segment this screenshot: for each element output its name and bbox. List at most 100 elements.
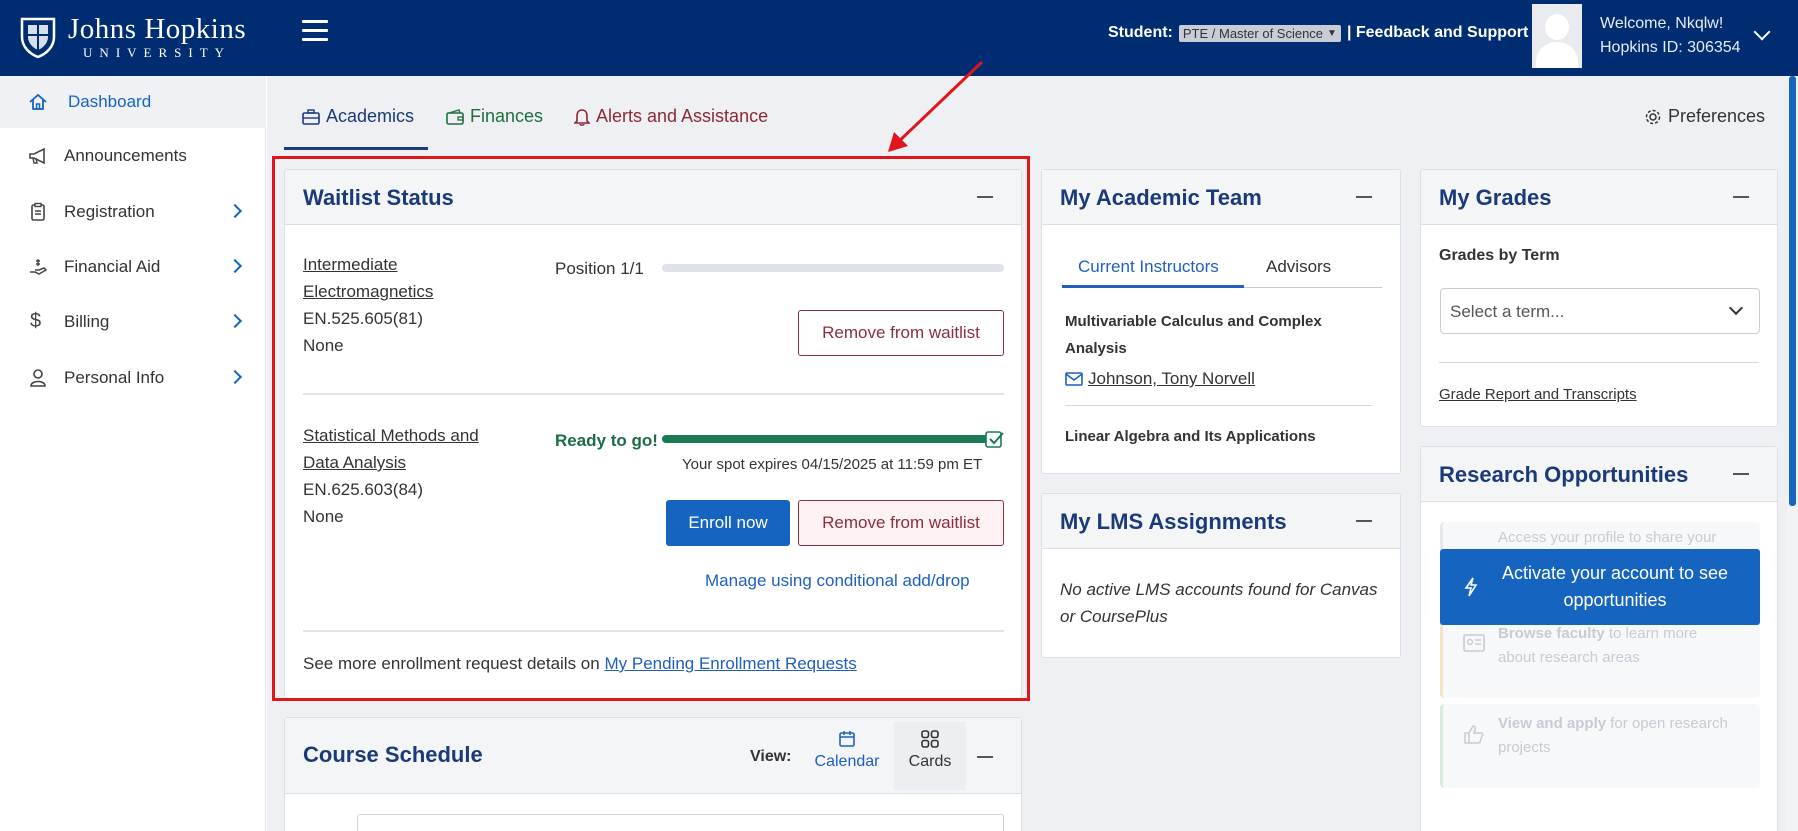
card-title: My Academic Team: [1060, 185, 1262, 210]
instructor-email-link[interactable]: Johnson, Tony Norvell: [1088, 365, 1255, 392]
megaphone-icon: [29, 147, 45, 165]
term-select[interactable]: Select a term...: [1440, 288, 1760, 334]
research-row-text-rest: for open research: [1610, 715, 1728, 732]
logo-subtitle: UNIVERSITY: [83, 45, 232, 60]
lms-empty-message: No active LMS accounts found for Canvas: [1060, 580, 1378, 599]
tab-label: Finances: [470, 106, 544, 126]
browse-faculty-link[interactable]: Browse faculty: [1498, 625, 1605, 642]
feedback-link[interactable]: | Feedback and Support: [1347, 24, 1528, 42]
sidebar-item-personal-info[interactable]: Personal Info: [0, 352, 266, 404]
annotation-arrow-icon: [888, 60, 984, 152]
minimize-icon[interactable]: [1733, 196, 1749, 198]
program-select[interactable]: PTE / Master of Science ▼: [1178, 24, 1341, 42]
activate-text: Activate your account to see: [1501, 563, 1729, 583]
activate-account-button[interactable]: Activate your account to see opportuniti…: [1440, 549, 1760, 625]
user-info[interactable]: Welcome, Nkqlw! Hopkins ID: 306354: [1600, 12, 1741, 60]
minimize-icon[interactable]: [977, 756, 993, 758]
gear-icon: [1645, 109, 1661, 124]
tab-alerts[interactable]: Alerts and Assistance: [574, 106, 768, 127]
clipboard-icon: [31, 202, 45, 221]
lightning-icon: [1464, 577, 1478, 597]
term-select-placeholder: Select a term...: [1450, 302, 1565, 321]
chevron-down-icon: [1728, 300, 1744, 316]
research-row-text: about research areas: [1498, 649, 1640, 666]
tab-label: Alerts and Assistance: [596, 106, 769, 126]
logo-name: Johns Hopkins: [68, 13, 247, 45]
divider: [1065, 405, 1372, 406]
scrollbar[interactable]: [1787, 76, 1798, 831]
research-row-text: Browse faculty to learn more: [1498, 622, 1697, 646]
view-apply-link[interactable]: View and apply: [1498, 715, 1606, 732]
wallet-icon: [446, 108, 464, 125]
sidebar-item-label: Announcements: [64, 146, 187, 165]
person-icon: [30, 369, 46, 387]
hopkins-id: Hopkins ID: 306354: [1600, 39, 1741, 56]
university-logo[interactable]: Johns Hopkins UNIVERSITY: [18, 14, 246, 60]
research-row-text: Access your profile to share your: [1498, 529, 1717, 546]
program-select-value: PTE / Master of Science: [1182, 25, 1324, 41]
highlight-box: [272, 156, 1030, 701]
chevron-right-icon[interactable]: [227, 258, 243, 274]
view-calendar-label: Calendar: [814, 753, 880, 770]
sidebar-item-label: Registration: [64, 202, 155, 221]
sidebar-item-billing[interactable]: $ Billing: [0, 296, 266, 348]
research-row-profile: Access your profile to share your: [1440, 522, 1760, 552]
course-name: Analysis: [1065, 340, 1127, 357]
preferences-button[interactable]: Preferences: [1644, 106, 1765, 127]
scrollbar-thumb[interactable]: [1789, 76, 1796, 506]
avatar[interactable]: [1532, 4, 1582, 68]
mail-icon: [1065, 372, 1083, 386]
activate-text: opportunities: [1563, 590, 1667, 610]
view-cards-button[interactable]: Cards: [894, 722, 966, 790]
sidebar-item-label: Financial Aid: [64, 257, 161, 276]
grid-icon: [921, 730, 939, 748]
active-tab-indicator: [1062, 285, 1244, 288]
card-title: Course Schedule: [303, 742, 483, 767]
sidebar-item-financial-aid[interactable]: Financial Aid: [0, 241, 266, 293]
card-title: My LMS Assignments: [1060, 509, 1287, 534]
tab-academics[interactable]: Academics: [302, 106, 414, 127]
id-card-icon: [1463, 634, 1485, 652]
research-row-text: View and apply for open research: [1498, 712, 1728, 736]
course-name: Linear Algebra and Its Applications: [1065, 428, 1316, 445]
thumbs-up-icon: [1464, 725, 1484, 744]
home-icon: [29, 93, 47, 110]
sidebar-item-label: Billing: [64, 312, 110, 331]
research-row-browse: Browse faculty to learn more about resea…: [1440, 614, 1760, 698]
student-program: Student: PTE / Master of Science ▼ | Feed…: [1108, 24, 1528, 42]
tab-label: Academics: [326, 106, 415, 126]
user-menu-chevron-icon[interactable]: [1753, 23, 1771, 41]
grades-by-term-label: Grades by Term: [1439, 247, 1560, 264]
grade-report-link[interactable]: Grade Report and Transcripts: [1439, 381, 1637, 408]
student-label: Student:: [1108, 24, 1173, 41]
menu-icon[interactable]: [302, 20, 328, 44]
tab-current-instructors[interactable]: Current Instructors: [1078, 253, 1219, 280]
bell-icon: [574, 108, 590, 126]
sidebar-item-registration[interactable]: Registration: [0, 186, 266, 238]
schedule-content: [357, 814, 1004, 831]
active-tab-indicator: [284, 147, 428, 150]
tab-finances[interactable]: Finances: [446, 106, 543, 127]
welcome-text: Welcome, Nkqlw!: [1600, 15, 1724, 32]
sidebar-item-announcements[interactable]: Announcements: [0, 130, 266, 182]
course-name: Multivariable Calculus and Complex: [1065, 313, 1322, 330]
minimize-icon[interactable]: [1356, 520, 1372, 522]
minimize-icon[interactable]: [1356, 196, 1372, 198]
view-calendar-button[interactable]: Calendar: [808, 730, 886, 771]
tab-advisors[interactable]: Advisors: [1266, 253, 1331, 280]
chevron-right-icon[interactable]: [227, 369, 243, 385]
chevron-right-icon[interactable]: [227, 313, 243, 329]
briefcase-icon: [302, 108, 320, 125]
sidebar-item-dashboard[interactable]: Dashboard: [0, 76, 266, 128]
lms-empty-message: or CoursePlus: [1060, 607, 1168, 626]
minimize-icon[interactable]: [1733, 473, 1749, 475]
card-title: My Grades: [1439, 185, 1552, 210]
research-row-text-rest: to learn more: [1608, 625, 1698, 642]
research-row-text: projects: [1498, 739, 1551, 756]
dollar-icon: $: [30, 310, 42, 332]
chevron-right-icon[interactable]: [227, 203, 243, 219]
hand-money-icon: [30, 259, 48, 275]
chevron-down-icon: ▼: [1327, 27, 1337, 39]
calendar-icon: [839, 731, 855, 747]
sidebar-item-label: Personal Info: [64, 368, 165, 387]
